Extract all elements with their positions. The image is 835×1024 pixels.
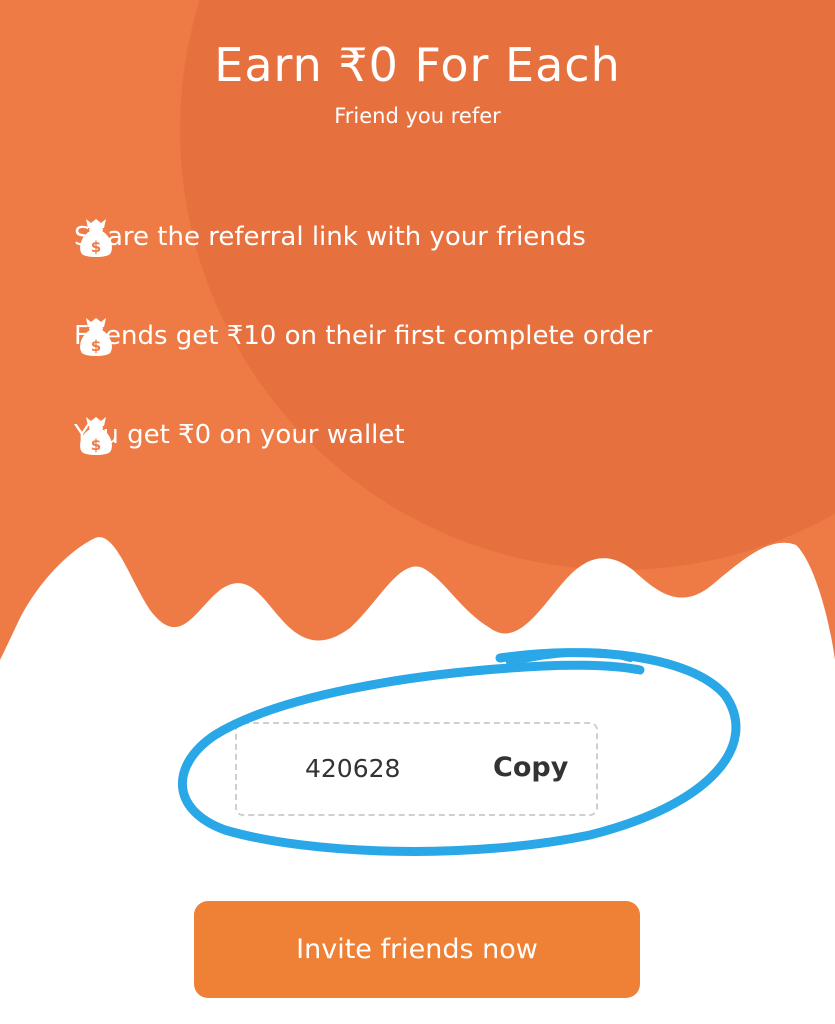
page-subtitle: Friend you refer	[334, 104, 501, 128]
money-bag-icon: $	[80, 318, 112, 356]
benefit-text: Friends get ₹10 on their first complete …	[74, 321, 653, 351]
benefit-item-share: $ Share the referral link with your frie…	[74, 215, 586, 259]
hero-banner: Earn ₹0 For Each Friend you refer $ Shar…	[0, 0, 835, 700]
benefit-text: You get ₹0 on your wallet	[74, 420, 405, 450]
svg-text:$: $	[91, 436, 101, 454]
svg-text:$: $	[91, 238, 101, 256]
benefit-item-wallet: $ You get ₹0 on your wallet	[74, 413, 405, 457]
money-bag-icon: $	[80, 417, 112, 455]
referral-code: 420628	[305, 754, 401, 783]
money-bag-icon: $	[80, 219, 112, 257]
svg-text:$: $	[91, 337, 101, 355]
benefit-text: Share the referral link with your friend…	[74, 222, 586, 252]
invite-friends-button[interactable]: Invite friends now	[194, 901, 640, 998]
benefit-item-friends: $ Friends get ₹10 on their first complet…	[74, 314, 652, 358]
referral-code-box: 420628 Copy	[235, 722, 598, 816]
page-title: Earn ₹0 For Each	[214, 38, 621, 92]
copy-button[interactable]: Copy	[493, 752, 568, 783]
